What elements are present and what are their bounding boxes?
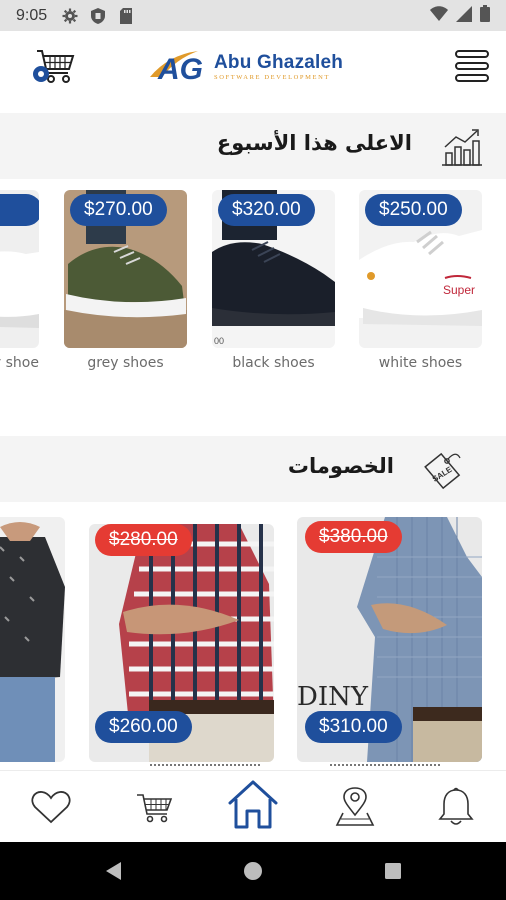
system-recents-button[interactable] <box>381 859 405 883</box>
sd-card-icon <box>117 7 135 25</box>
nav-location[interactable] <box>333 785 377 829</box>
product-price: $250.00 <box>365 194 462 226</box>
menu-button[interactable] <box>454 49 490 83</box>
recents-square-icon <box>385 863 401 879</box>
discount-card-blue-shirt[interactable]: DINY $380.00 $310.00 <box>297 517 482 762</box>
svg-text:Super: Super <box>443 283 475 297</box>
product-card-white-shoes[interactable]: Super $250.00 <box>359 190 482 348</box>
location-icon <box>335 787 375 826</box>
product-image-dark-print-shirt <box>0 517 65 762</box>
product-name: y shoe <box>0 355 39 371</box>
home-icon <box>228 780 278 829</box>
product-card-grey-shoes[interactable]: $270.00 <box>64 190 187 348</box>
heart-icon <box>31 791 71 824</box>
logo-initials: AG <box>157 53 203 86</box>
back-triangle-icon <box>106 862 121 880</box>
section-title-top-week: الاعلى هذا الأسبوع <box>216 131 412 155</box>
section-title-discounts: الخصومات <box>287 454 394 478</box>
logo-text: Abu Ghazaleh SOFTWARE DEVELOPMENT <box>214 51 344 82</box>
app-screen: 9:05 AG Abu Ghazaleh SOFTWARE DEVELOPMEN… <box>0 0 506 900</box>
cart-button[interactable] <box>30 47 76 87</box>
status-bar: 9:05 <box>0 0 506 31</box>
product-name: white shoes <box>378 355 463 371</box>
product-price-partial <box>0 194 39 226</box>
old-price: $280.00 <box>95 524 192 556</box>
shield-icon <box>89 7 107 25</box>
trending-chart-icon <box>442 129 482 166</box>
bell-icon <box>438 787 474 825</box>
brand-logo[interactable]: AG Abu Ghazaleh SOFTWARE DEVELOPMENT <box>148 45 358 89</box>
sale-price: $260.00 <box>95 711 192 743</box>
nav-favorites[interactable] <box>29 785 73 829</box>
cart-icon <box>137 794 173 823</box>
svg-text:SALE: SALE <box>431 465 454 484</box>
product-price: $270.00 <box>70 194 167 226</box>
wifi-icon <box>430 5 448 26</box>
nav-cart[interactable] <box>132 785 176 829</box>
menu-icon <box>455 50 489 82</box>
svg-text:DINY: DINY <box>297 682 369 712</box>
product-card-black-shoes[interactable]: 00 $320.00 <box>212 190 335 348</box>
status-time: 9:05 <box>16 6 48 24</box>
bottom-nav <box>0 770 506 842</box>
svg-text:00: 00 <box>214 336 224 346</box>
section-top-week-header: الاعلى هذا الأسبوع <box>0 113 506 179</box>
nav-notifications[interactable] <box>434 785 478 829</box>
system-home-button[interactable] <box>241 859 265 883</box>
logo-name: Abu Ghazaleh <box>214 51 344 73</box>
discount-card-plaid-shirt[interactable]: $280.00 $260.00 <box>89 524 274 762</box>
battery-icon <box>480 5 490 26</box>
cart-icon <box>33 50 75 83</box>
home-circle-icon <box>244 862 262 880</box>
section-discounts-header: الخصومات SALE <box>0 436 506 502</box>
signal-icon <box>456 5 472 26</box>
product-name: grey shoes <box>87 355 164 371</box>
product-price: $320.00 <box>218 194 315 226</box>
app-header: AG Abu Ghazaleh SOFTWARE DEVELOPMENT <box>0 31 506 109</box>
product-name: black shoes <box>232 355 315 371</box>
system-nav-bar <box>0 842 506 900</box>
logo-mark-icon: AG <box>150 51 203 86</box>
gear-icon <box>61 7 79 25</box>
sale-price: $310.00 <box>305 711 402 743</box>
discount-card-partial[interactable] <box>0 517 65 762</box>
system-back-button[interactable] <box>102 859 126 883</box>
product-card-partial[interactable] <box>0 190 39 348</box>
sale-tag-icon: SALE <box>424 452 461 490</box>
status-right <box>430 5 490 26</box>
logo-tagline: SOFTWARE DEVELOPMENT <box>214 73 330 81</box>
nav-home[interactable] <box>226 777 280 831</box>
old-price: $380.00 <box>305 521 402 553</box>
